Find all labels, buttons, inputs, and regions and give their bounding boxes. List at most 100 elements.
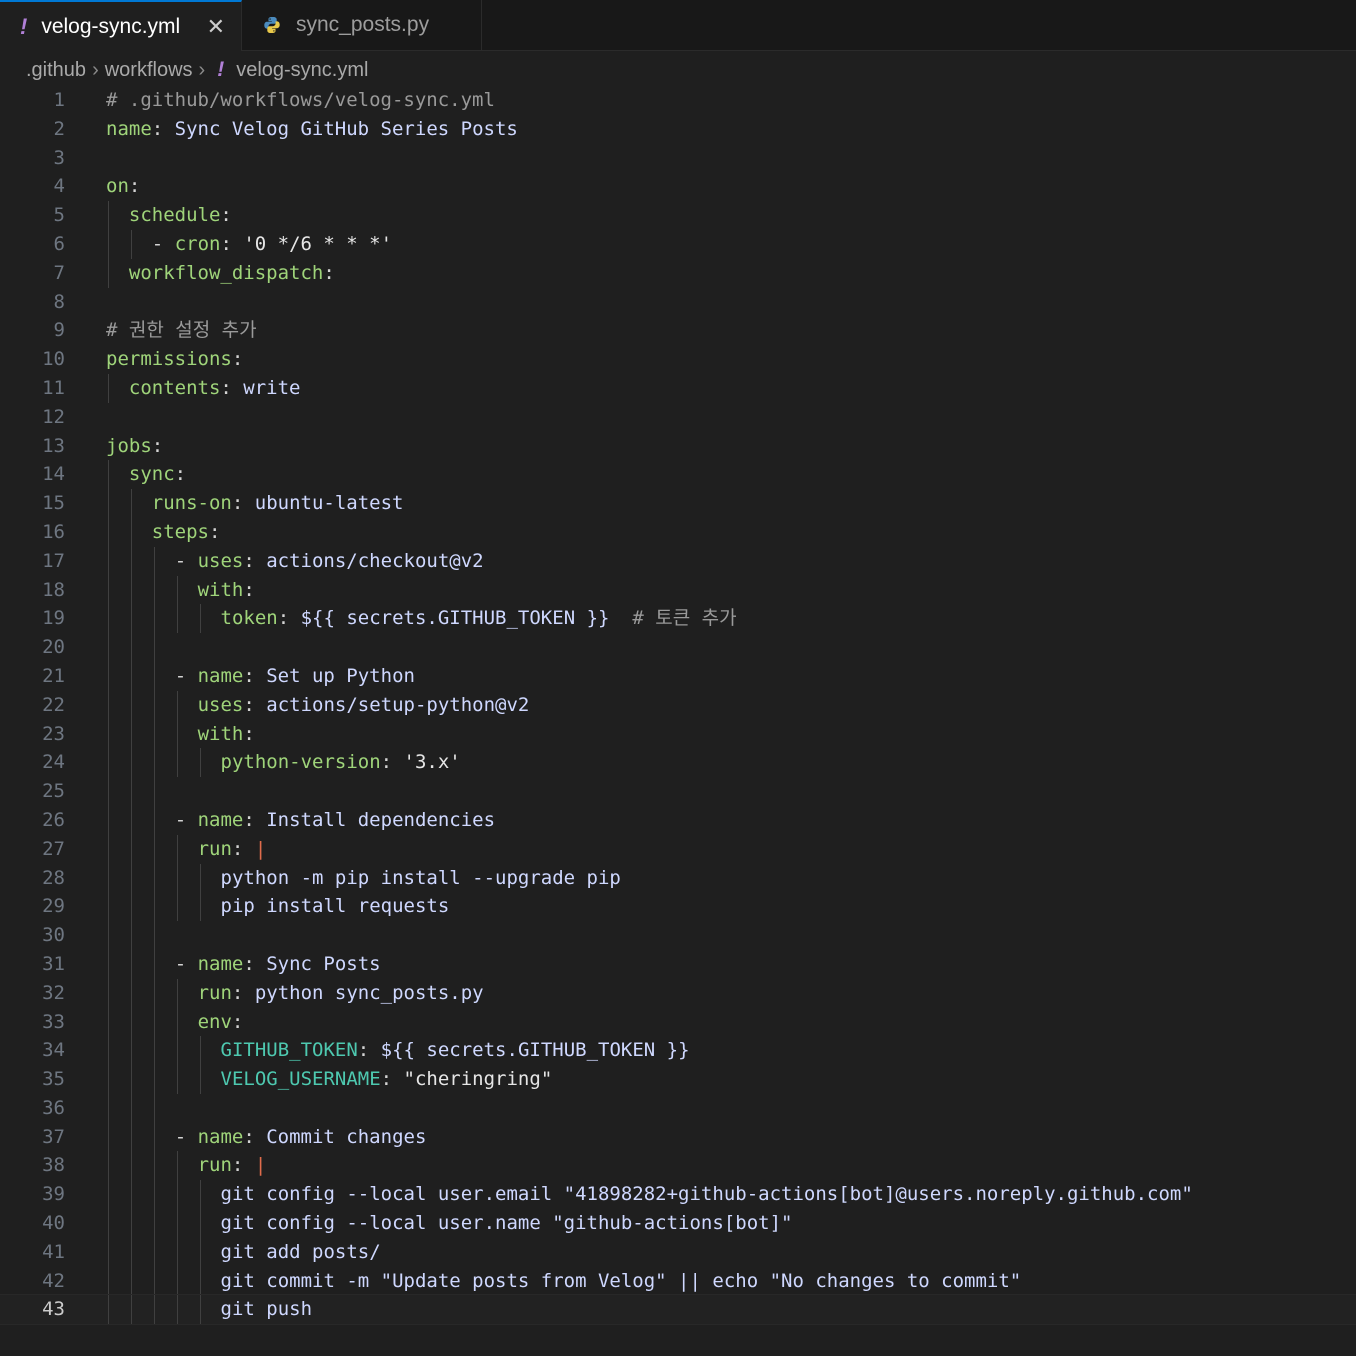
code-line[interactable]: 34 GITHUB_TOKEN: ${{ secrets.GITHUB_TOKEN… [0,1036,1356,1066]
indent-guide [108,1065,109,1094]
code-line[interactable]: 16 steps: [0,517,1356,547]
line-number: 12 [42,405,65,428]
tab-sync-posts-py[interactable]: sync_posts.py [242,0,482,50]
line-number: 31 [42,952,65,975]
code-line[interactable]: 24 python-version: '3.x' [0,748,1356,778]
code-line[interactable]: 4 on: [0,172,1356,201]
code-text: python -m pip install --upgrade pip [221,864,621,893]
code-line[interactable]: 43 git push [0,1294,1356,1326]
indent-guide [153,604,155,634]
code-text: with: [198,720,255,749]
code-line[interactable]: 40 git config --local user.name "github-a… [0,1209,1356,1238]
code-line[interactable]: 38 run: | [0,1151,1356,1181]
code-line[interactable]: 26 - name: Install dependencies [0,805,1356,835]
line-number: 8 [53,290,65,313]
code-line[interactable]: 29 pip install requests [0,892,1356,922]
code-line[interactable]: 1 # .github/workflows/velog-sync.yml [0,86,1356,115]
code-line[interactable]: 39 git config --local user.email "4189828… [0,1180,1356,1210]
code-token: : [323,261,335,284]
code-line[interactable]: 10 permissions: [0,345,1356,374]
code-text: - cron: '0 */6 * * *' [152,230,392,259]
code-line[interactable]: 11 contents: write [0,373,1356,403]
close-icon[interactable]: ✕ [203,14,229,40]
breadcrumb: .github › workflows › ! velog-sync.yml [26,55,368,85]
indent-guide [130,489,132,518]
indent-guide [199,1036,201,1066]
indent-guide [176,1036,178,1066]
code-token: run [197,981,232,1004]
indent-guide [199,748,201,778]
code-line[interactable]: 13 jobs: [0,432,1356,461]
indent-guide [176,575,178,605]
code-line[interactable]: 5 schedule: [0,201,1356,230]
code-line[interactable]: 31 - name: Sync Posts [0,949,1356,979]
code-line[interactable]: 23 with: [0,719,1356,749]
line-number: 9 [53,319,65,342]
code-line[interactable]: 22 uses: actions/setup-python@v2 [0,690,1356,720]
code-text: git config --local user.name "github-act… [221,1209,793,1238]
line-number: 33 [42,1010,65,1033]
code-line[interactable]: 35 VELOG_USERNAME: "cheringring" [0,1065,1356,1094]
indent-guide [130,719,132,749]
code-token: ${{ secrets.GITHUB_TOKEN }} [300,607,610,630]
code-line[interactable]: 18 with: [0,575,1356,605]
code-token: Sync Velog GitHub Series Posts [174,117,518,140]
breadcrumb-item-file[interactable]: velog-sync.yml [236,59,368,82]
code-text: run: python sync_posts.py [198,979,484,1008]
code-line[interactable]: 15 runs-on: ubuntu-latest [0,489,1356,518]
code-line[interactable]: 19 token: ${{ secrets.GITHUB_TOKEN }} # 토… [0,604,1356,634]
line-number: 2 [53,117,65,140]
indent-guide [108,748,109,778]
code-line[interactable]: 7 workflow_dispatch: [0,258,1356,288]
code-line[interactable]: 3 [0,144,1356,173]
indent-guide [108,834,109,864]
code-line[interactable]: 32 run: python sync_posts.py [0,978,1356,1008]
code-line[interactable]: 25 [0,777,1356,806]
line-number: 1 [53,89,65,111]
code-token: : [231,1010,244,1033]
indent-guide [130,661,132,691]
code-line[interactable]: 37 - name: Commit changes [0,1122,1356,1152]
code-token: jobs [106,434,152,457]
code-line[interactable]: 8 [0,288,1356,317]
code-token: schedule [128,204,221,227]
code-token: # .github/workflows/velog-sync.yml [106,89,495,111]
code-line[interactable]: 6 - cron: '0 */6 * * *' [0,229,1356,259]
line-number: 15 [42,492,65,515]
code-line[interactable]: 28 python -m pip install --upgrade pip [0,863,1356,893]
code-line[interactable]: 20 [0,633,1356,662]
indent-guide [176,834,178,864]
line-number: 41 [42,1240,65,1263]
breadcrumb-item-workflows[interactable]: workflows [105,59,193,82]
code-token: cron [174,232,221,255]
code-line[interactable]: 14 sync: [0,460,1356,490]
indent-guide [130,546,132,576]
code-line[interactable]: 36 [0,1093,1356,1123]
code-line[interactable]: 17 - uses: actions/checkout@v2 [0,546,1356,576]
code-editor[interactable]: 1 # .github/workflows/velog-sync.yml 2 name… [0,86,1356,1326]
code-line[interactable]: 12 [0,403,1356,432]
code-token: Install dependencies [266,808,496,831]
indent-guide [153,1122,155,1152]
code-line[interactable]: 41 git add posts/ [0,1237,1356,1267]
indent-guide [108,949,109,979]
indent-guide [130,949,132,979]
code-token: Set up Python [266,664,415,687]
breadcrumb-item-github[interactable]: .github [26,59,86,82]
code-line[interactable]: 42 git commit -m "Update posts from Velog… [0,1266,1356,1296]
line-number: 14 [42,463,65,486]
tab-velog-sync-yml[interactable]: ! velog-sync.yml ✕ [0,0,242,51]
code-line[interactable]: 21 - name: Set up Python [0,661,1356,691]
code-token: git push [220,1298,313,1321]
code-line[interactable]: 2 name: Sync Velog GitHub Series Posts [0,115,1356,144]
code-line[interactable]: 30 [0,921,1356,950]
code-token: GITHUB_TOKEN [220,1039,358,1062]
code-line[interactable]: 27 run: | [0,834,1356,864]
code-token: : [174,463,187,486]
yml-icon: ! [20,13,28,39]
code-line[interactable]: 9 # 권한 설정 추가 [0,316,1356,345]
code-line[interactable]: 33 env: [0,1007,1356,1037]
indent-guide [153,1209,155,1238]
indent-guide [130,921,132,950]
indent-guide [176,1209,178,1238]
